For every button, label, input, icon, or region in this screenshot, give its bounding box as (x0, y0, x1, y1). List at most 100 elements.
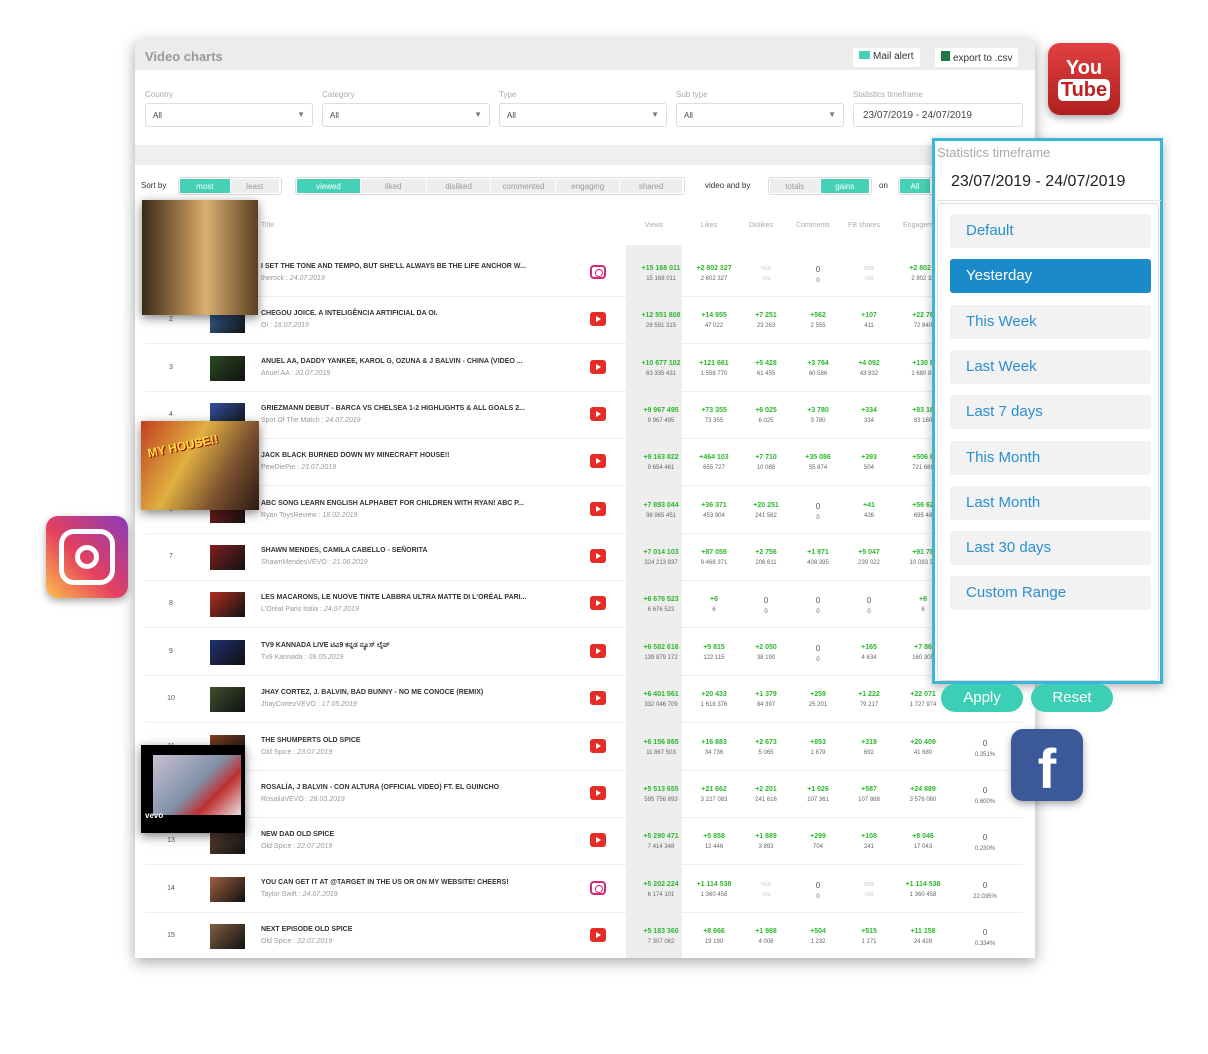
timeframe-input[interactable]: 23/07/2019 - 24/07/2019 (937, 163, 1161, 201)
filter-select-3[interactable]: All ▼ (676, 103, 844, 127)
sort-metric-viewed[interactable]: viewed (297, 179, 360, 193)
timeframe-option-custom-range[interactable]: Custom Range (950, 576, 1151, 611)
youtube-icon[interactable] (590, 407, 606, 422)
table-row[interactable]: 1I SET THE TONE AND TEMPO, BUT SHE'LL AL… (145, 250, 1023, 297)
youtube-icon[interactable] (590, 549, 606, 564)
stat-total: 38 190 (756, 654, 776, 661)
table-row[interactable]: 9 TV9 KANNADA LIVE ಟಿವಿ9 ಕನ್ನಡ ನ್ಯೂಸ್ ಲೈವ… (145, 629, 1023, 676)
mail-icon (859, 51, 870, 59)
video-thumbnail[interactable] (210, 923, 245, 949)
stat-gain: +1 889 (755, 833, 777, 841)
stat-cell: +20 409 41 680 (893, 739, 953, 756)
table-row[interactable]: 15 NEXT EPISODE OLD SPICE Old Spice : 22.0… (145, 913, 1023, 958)
instagram-icon[interactable] (590, 265, 606, 279)
youtube-icon[interactable] (590, 596, 606, 611)
row-rank: 14 (167, 884, 175, 892)
video-title[interactable]: CHEGOU JOICE. A INTELIGÊNCIA ARTIFICIAL … (261, 310, 438, 317)
table-row[interactable]: 14 YOU CAN GET IT AT @TARGET IN THE US OR… (145, 866, 1023, 913)
engagement-rate-gain: 0 (982, 785, 988, 795)
youtube-icon[interactable] (590, 785, 606, 800)
table-row[interactable]: 8 LES MACARONS, LE NUOVE TINTE LABBRA ULT… (145, 581, 1023, 629)
video-title[interactable]: JHAY CORTEZ, J. BALVIN, BAD BUNNY - NO M… (261, 689, 483, 696)
timeframe-option-default[interactable]: Default (950, 214, 1151, 248)
video-title[interactable]: THE SHUMPERTS OLD SPICE (261, 737, 361, 744)
sort-least[interactable]: least (230, 179, 279, 193)
sort-metric-disliked[interactable]: disliked (426, 179, 491, 193)
col-likes[interactable]: Likes (679, 222, 739, 229)
stat-gain: +5 428 (755, 359, 777, 367)
table-row[interactable]: 5JACK BLACK BURNED DOWN MY MINECRAFT HOU… (145, 439, 1023, 487)
table-row[interactable]: 11THE SHUMPERTS OLD SPICEOld Spice : 23.… (145, 724, 1023, 771)
video-title[interactable]: NEXT EPISODE OLD SPICE (261, 926, 352, 933)
table-row[interactable]: 4 GRIEZMANN DEBUT - BARCA VS CHELSEA 1-2 … (145, 392, 1023, 440)
youtube-icon[interactable] (590, 833, 606, 848)
table-row[interactable]: 10 JHAY CORTEZ, J. BALVIN, BAD BUNNY - NO… (145, 676, 1023, 724)
mail-alert-button[interactable]: Mail alert (853, 48, 920, 67)
filter-select-2[interactable]: All ▼ (499, 103, 667, 127)
video-title[interactable]: TV9 KANNADA LIVE ಟಿವಿ9 ಕನ್ನಡ ನ್ಯೂಸ್ ಲೈವ್ (261, 642, 390, 650)
youtube-icon[interactable] (590, 643, 606, 658)
video-thumbnail[interactable] (210, 639, 245, 665)
apply-button[interactable]: Apply (941, 684, 1023, 712)
video-thumbnail[interactable] (210, 687, 245, 713)
mode-gains[interactable]: gains (820, 179, 869, 193)
timeframe-option-last-30-days[interactable]: Last 30 days (950, 531, 1151, 566)
table-row[interactable]: 7 SHAWN MENDES, CAMILA CABELLO - SEÑORITA… (145, 534, 1023, 582)
video-title[interactable]: ROSALÍA, J BALVIN - CON ALTURA (OFFICIAL… (261, 784, 499, 791)
video-thumbnail[interactable] (210, 355, 245, 381)
youtube-icon[interactable] (590, 312, 606, 327)
video-title[interactable]: ABC SONG LEARN ENGLISH ALPHABET FOR CHIL… (261, 500, 524, 507)
timeframe-option-last-week[interactable]: Last Week (950, 349, 1151, 384)
table-row[interactable]: 3 ANUEL AA, DADDY YANKEE, KAROL G, OZUNA … (145, 345, 1023, 392)
col-fb-shares[interactable]: FB shares (834, 222, 894, 229)
video-thumbnail[interactable] (210, 545, 245, 571)
sort-metric-liked[interactable]: liked (360, 179, 426, 193)
video-thumbnail[interactable] (210, 592, 245, 618)
col-title[interactable]: Title (261, 222, 274, 229)
stat-cell: +464 103 655 727 (684, 454, 744, 471)
stat-total: 43 832 (859, 370, 879, 377)
sort-most[interactable]: most (180, 179, 230, 193)
video-title[interactable]: YOU CAN GET IT AT @TARGET IN THE US OR O… (261, 879, 509, 886)
video-title[interactable]: NEW DAD OLD SPICE (261, 831, 334, 838)
timeframe-option-last-7-days[interactable]: Last 7 days (950, 395, 1151, 430)
timeframe-option-last-month[interactable]: Last Month (950, 485, 1151, 520)
stat-total: 453 904 (703, 512, 725, 519)
youtube-icon[interactable] (590, 501, 606, 516)
timeframe-option-this-month[interactable]: This Month (950, 440, 1151, 475)
sort-metric-commented[interactable]: commented (491, 179, 556, 193)
table-row[interactable]: 6ABC SONG LEARN ENGLISH ALPHABET FOR CHI… (145, 487, 1023, 534)
video-title[interactable]: LES MACARONS, LE NUOVE TINTE LABBRA ULTR… (261, 594, 526, 601)
stat-cell: +16 883 34 736 (684, 739, 744, 756)
video-channel-date: Old Spice : 23.07.2019 (261, 748, 333, 756)
filter-select-4[interactable]: 23/07/2019 - 24/07/2019 (853, 103, 1023, 127)
video-title[interactable]: GRIEZMANN DEBUT - BARCA VS CHELSEA 1-2 H… (261, 405, 525, 412)
filter-value: All (507, 111, 516, 120)
mode-totals[interactable]: totals (770, 179, 820, 193)
col-views[interactable]: Views (626, 222, 682, 229)
reset-button[interactable]: Reset (1031, 684, 1113, 712)
filter-select-0[interactable]: All ▼ (145, 103, 313, 127)
platform-all[interactable]: All (900, 179, 930, 193)
video-title[interactable]: I SET THE TONE AND TEMPO, BUT SHE'LL ALW… (261, 263, 526, 270)
youtube-icon[interactable] (590, 359, 606, 374)
col-dislikes[interactable]: Dislikes (731, 222, 791, 229)
filter-select-1[interactable]: All ▼ (322, 103, 490, 127)
table-row[interactable]: 2 CHEGOU JOICE. A INTELIGÊNCIA ARTIFICIAL… (145, 297, 1023, 345)
timeframe-option-this-week[interactable]: This Week (950, 304, 1151, 339)
video-thumbnail[interactable] (210, 876, 245, 902)
video-title[interactable]: ANUEL AA, DADDY YANKEE, KAROL G, OZUNA &… (261, 358, 523, 365)
youtube-icon[interactable] (590, 927, 606, 942)
sort-metric-shared[interactable]: shared (620, 179, 683, 193)
table-row[interactable]: 12ROSALÍA, J BALVIN - CON ALTURA (OFFICI… (145, 771, 1023, 818)
sort-metric-engaging[interactable]: engaging (556, 179, 620, 193)
video-title[interactable]: SHAWN MENDES, CAMILA CABELLO - SEÑORITA (261, 547, 427, 554)
youtube-icon[interactable] (590, 691, 606, 706)
instagram-icon[interactable] (590, 880, 606, 895)
youtube-icon[interactable] (590, 454, 606, 469)
video-title[interactable]: JACK BLACK BURNED DOWN MY MINECRAFT HOUS… (261, 452, 449, 459)
export-csv-button[interactable]: export to .csv (935, 48, 1019, 67)
youtube-icon[interactable] (590, 738, 606, 753)
table-row[interactable]: 13 NEW DAD OLD SPICE Old Spice : 22.07.201… (145, 818, 1023, 866)
timeframe-option-yesterday[interactable]: Yesterday (950, 259, 1151, 294)
